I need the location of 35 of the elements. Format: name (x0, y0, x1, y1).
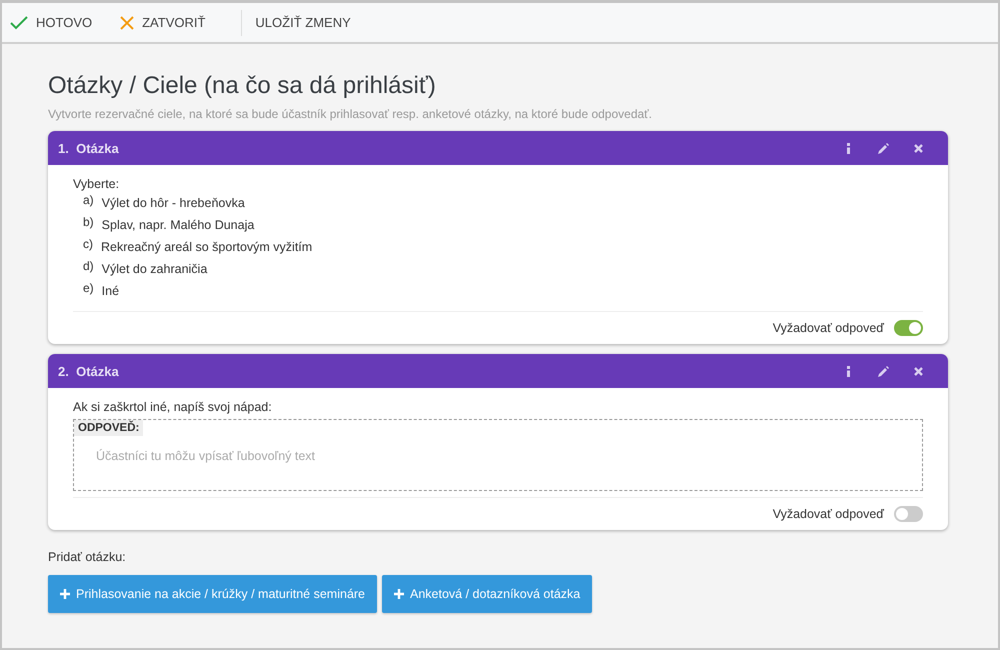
plus-icon (60, 589, 70, 599)
pencil-icon (878, 142, 889, 154)
require-answer-label: Vyžadovať odpoveď (772, 321, 884, 335)
close-icon (914, 144, 923, 152)
option-letter: b) (83, 215, 94, 231)
option-text: Iné (102, 284, 120, 298)
page-subtitle: Vytvorte rezervačné ciele, na ktoré sa bude účastník prihlasovať resp. anketové otázky, na ktoré bude odpovedať. (48, 107, 654, 121)
vertical-dots-icon (847, 142, 850, 154)
done-button[interactable]: HOTOVO (10, 10, 106, 34)
answer-label: ODPOVEĎ: (74, 420, 144, 436)
option-letter: c) (83, 237, 93, 253)
question-title: 1. Otázka (58, 140, 120, 156)
option-text: Výlet do hôr - hrebeňovka (102, 196, 245, 210)
option-text: Výlet do zahraničia (102, 262, 208, 276)
pencil-icon (878, 366, 889, 376)
require-answer-label: Vyžadovať odpoveď (772, 507, 884, 521)
plus-icon (394, 589, 404, 599)
close-icon (120, 16, 134, 30)
option-text: Rekreačný areál so športovým vyžitím (101, 240, 312, 254)
question-prompt: Vyberte: (73, 177, 120, 191)
close-button[interactable]: ZATVORIŤ (120, 10, 220, 34)
save-button[interactable]: ULOŽIŤ ZMENY (255, 10, 365, 34)
question-title: 2. Otázka (58, 364, 120, 378)
checkmark-icon (10, 16, 28, 30)
question-prompt: Ak si zaškrtol iné, napíš svoj nápad: (73, 400, 273, 414)
vertical-dots-icon (847, 366, 850, 376)
page-title: Otázky / Ciele (na čo sa dá prihlásiť) (48, 72, 437, 100)
close-icon (914, 366, 923, 376)
option-letter: a) (83, 193, 94, 209)
require-answer-toggle[interactable] (894, 506, 923, 522)
require-answer-toggle[interactable] (894, 320, 923, 336)
option-letter: e) (83, 281, 94, 297)
option-text: Splav, napr. Malého Dunaja (102, 218, 254, 232)
option-letter: d) (83, 259, 94, 275)
add-question-label: Pridať otázku: (48, 550, 127, 564)
